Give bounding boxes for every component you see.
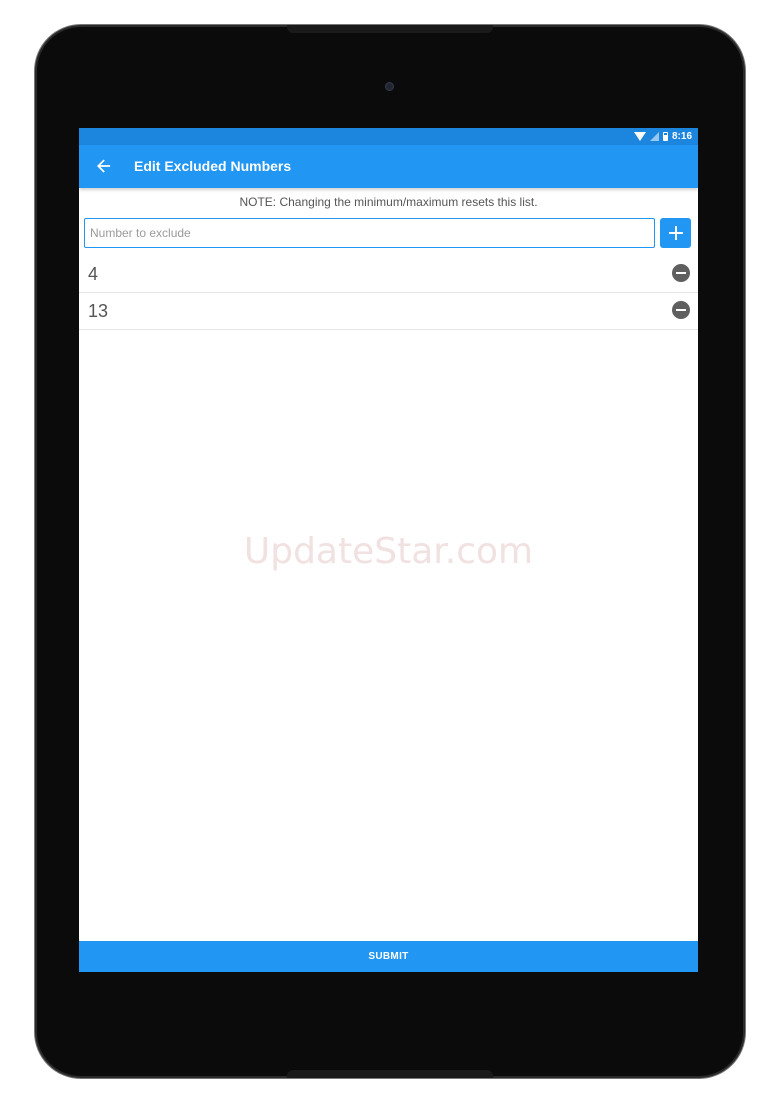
add-number-button[interactable] xyxy=(660,218,691,248)
status-icons: 8:16 xyxy=(633,131,692,142)
exclude-input-row xyxy=(84,218,691,249)
remove-number-button[interactable] xyxy=(672,301,690,319)
wifi-icon xyxy=(633,132,646,141)
tablet-bottom-edge xyxy=(287,1070,493,1078)
battery-icon xyxy=(662,132,668,141)
camera-icon xyxy=(385,82,394,91)
status-bar: 8:16 xyxy=(79,128,698,145)
minus-circle-icon xyxy=(676,309,686,311)
page-title: Edit Excluded Numbers xyxy=(134,158,292,174)
remove-number-button[interactable] xyxy=(672,264,690,282)
list-item: 13 xyxy=(79,293,698,330)
signal-icon xyxy=(649,132,659,141)
submit-button[interactable]: SUBMIT xyxy=(79,941,698,972)
app-bar: Edit Excluded Numbers xyxy=(79,145,698,188)
excluded-numbers-list: 4 13 xyxy=(79,256,698,330)
excluded-number-value: 13 xyxy=(88,301,109,321)
arrow-left-icon xyxy=(97,159,111,173)
status-time: 8:16 xyxy=(671,131,692,142)
minus-circle-icon xyxy=(676,272,686,274)
app-screen: 8:16 Edit Excluded Numbers NOTE: Changin… xyxy=(79,128,698,972)
watermark: UpdateStar.com xyxy=(243,531,534,572)
plus-icon xyxy=(668,226,683,240)
excluded-number-value: 4 xyxy=(88,264,99,284)
number-to-exclude-input[interactable] xyxy=(84,218,655,248)
tablet-top-edge xyxy=(287,25,493,33)
back-button[interactable] xyxy=(91,153,117,179)
reset-note: NOTE: Changing the minimum/maximum reset… xyxy=(239,195,538,209)
list-item: 4 xyxy=(79,256,698,293)
